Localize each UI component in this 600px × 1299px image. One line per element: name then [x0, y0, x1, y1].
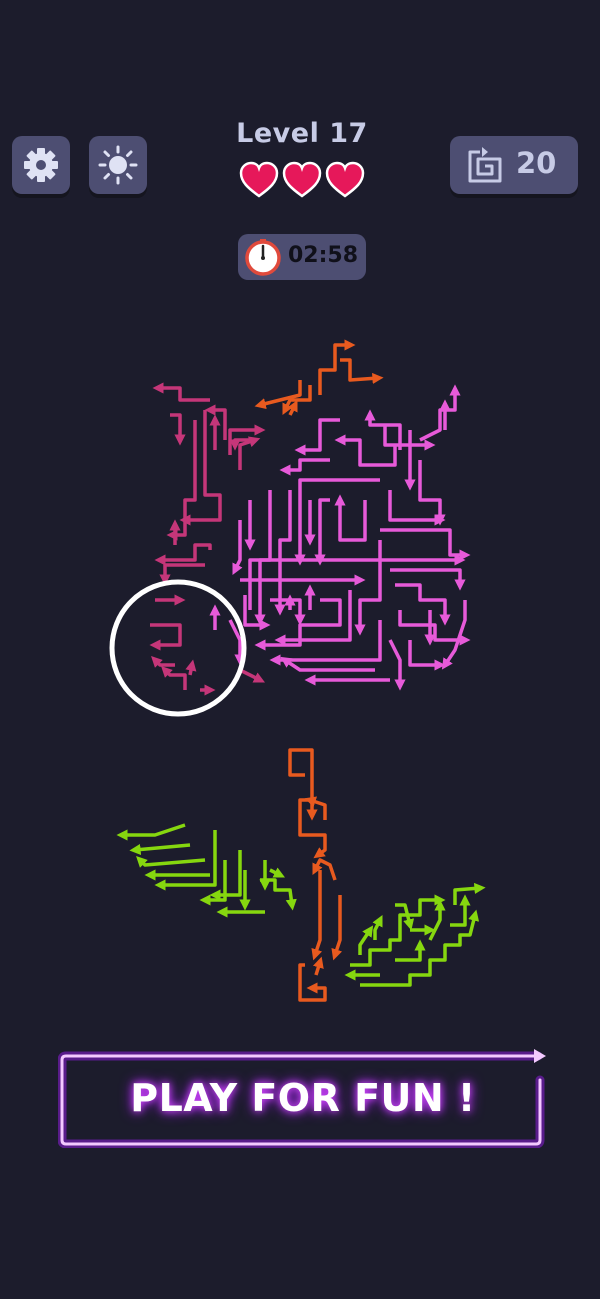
- timer-value: 02:58: [288, 243, 359, 268]
- heart-icon: [325, 161, 365, 198]
- arrow-puzzle-board[interactable]: [0, 330, 600, 1030]
- rose-top[interactable]: [254, 339, 384, 416]
- play-for-fun-label: PLAY FOR FUN !: [130, 1076, 476, 1120]
- heart-icon: [239, 161, 279, 198]
- gear-icon: [24, 148, 58, 182]
- level-title: Level 17: [236, 118, 368, 149]
- timer: 02:58: [238, 234, 366, 280]
- leaf-left[interactable]: [116, 823, 297, 918]
- settings-button[interactable]: [12, 136, 70, 194]
- moves-count: 20: [516, 146, 557, 180]
- heart-icon: [282, 161, 322, 198]
- moves-counter[interactable]: 20: [450, 136, 578, 194]
- spiral-arrow-icon: [468, 147, 502, 183]
- stopwatch-icon: [245, 239, 281, 276]
- theme-button[interactable]: [89, 136, 147, 194]
- lives-indicator: [239, 161, 365, 198]
- play-for-fun-button[interactable]: PLAY FOR FUN !: [58, 1048, 548, 1148]
- rose-petals[interactable]: [209, 384, 471, 691]
- magnifier-ring: [109, 579, 247, 717]
- leaf-right[interactable]: [344, 882, 486, 987]
- sun-icon: [98, 145, 138, 185]
- flower-stem[interactable]: [288, 748, 343, 1002]
